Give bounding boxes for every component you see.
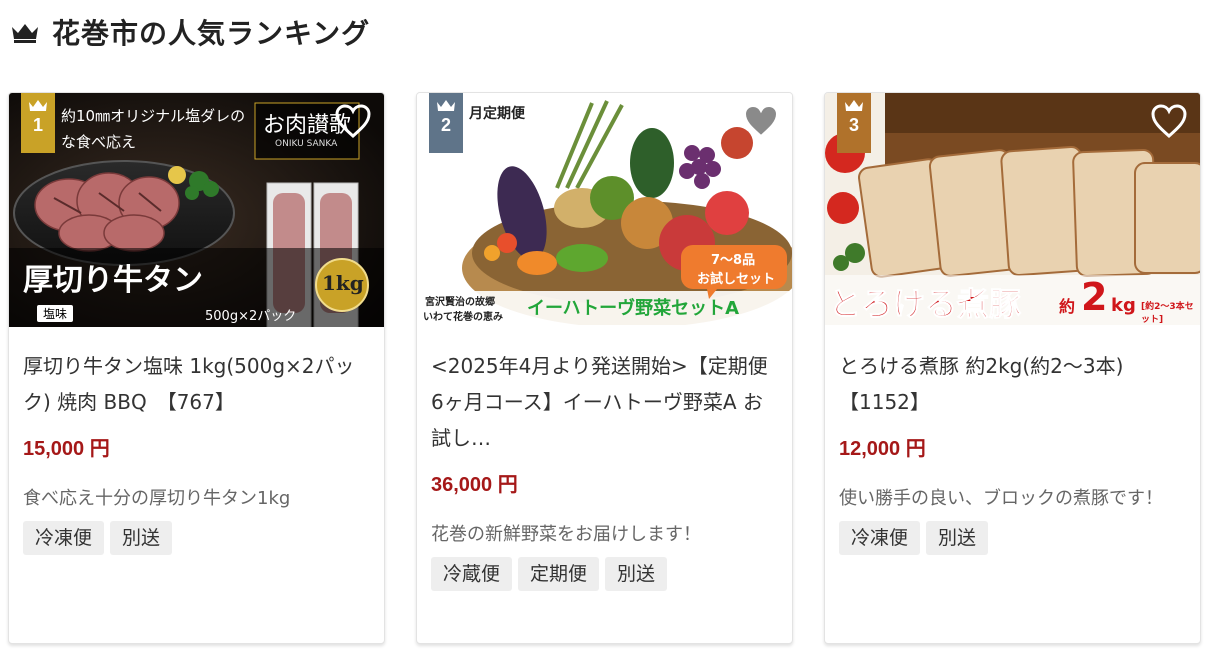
- flavor-label: 塩味: [37, 305, 74, 322]
- image-top-text: 約10㎜オリジナル塩ダレの: [61, 107, 246, 125]
- rank-badge: 1: [21, 93, 55, 153]
- pack-label: 500g×2パック: [205, 309, 297, 324]
- pieces-note: [約2～3本セット]: [1141, 302, 1194, 325]
- image-headline: とろける煮豚: [828, 285, 1022, 324]
- product-card-1[interactable]: 約10㎜オリジナル塩ダレの な食べ応え お肉讃歌 ONIKU SANKA 厚切り…: [8, 92, 385, 644]
- rank-number: 2: [440, 115, 451, 135]
- product-image-3[interactable]: とろける煮豚 約 2 kg [約2～3本セット]: [825, 93, 1200, 325]
- tag-list: 冷凍便 別送: [23, 521, 370, 555]
- card-body: <2025年4月より発送開始>【定期便6ヶ月コース】イーハトーヴ野菜A お試し……: [431, 348, 778, 591]
- weight-badge: 1kg: [322, 271, 364, 295]
- origin-line-2: いわて花巻の恵み: [423, 312, 503, 323]
- brand-sub: ONIKU SANKA: [275, 139, 338, 149]
- tag-frozen: 冷凍便: [839, 521, 921, 555]
- weight-number: 2: [1081, 275, 1108, 319]
- rank-number: 3: [848, 115, 859, 135]
- rank-number: 1: [32, 115, 43, 135]
- favorite-heart-icon[interactable]: [742, 103, 780, 139]
- image-headline: 厚切り牛タン: [23, 263, 203, 298]
- ranking-list: 約10㎜オリジナル塩ダレの な食べ応え お肉讃歌 ONIKU SANKA 厚切り…: [8, 92, 1203, 644]
- ranking-header: 花巻市の人気ランキング: [10, 10, 370, 54]
- card-body: 厚切り牛タン塩味 1kg(500g×2パック) 焼肉 BBQ 【767】 15,…: [23, 348, 370, 555]
- section-title: 花巻市の人気ランキング: [52, 17, 371, 50]
- crown-icon: [12, 24, 38, 43]
- product-title[interactable]: とろける煮豚 約2kg(約2～3本)【1152】: [839, 348, 1186, 420]
- tag-list: 冷凍便 別送: [839, 521, 1186, 555]
- product-card-3[interactable]: とろける煮豚 約 2 kg [約2～3本セット] 3 とろける煮豚 約2kg(約…: [824, 92, 1201, 644]
- tag-refrigerated: 冷蔵便: [431, 557, 513, 591]
- vegetable-basket-photo: [417, 93, 792, 325]
- product-title[interactable]: 厚切り牛タン塩味 1kg(500g×2パック) 焼肉 BBQ 【767】: [23, 348, 370, 420]
- image-top-text-2: な食べ応え: [61, 133, 137, 151]
- product-price: 12,000 円: [839, 438, 926, 460]
- product-description: 食べ応え十分の厚切り牛タン1kg: [23, 488, 291, 509]
- product-description: 使い勝手の良い、ブロックの煮豚です！: [839, 488, 1163, 509]
- crown-icon: [437, 100, 455, 111]
- crown-icon: [845, 100, 863, 111]
- crown-icon: [29, 100, 47, 111]
- tag-list: 冷蔵便 定期便 別送: [431, 557, 778, 591]
- bubble-line-1: 7～8品: [711, 253, 756, 268]
- favorite-heart-icon[interactable]: [1150, 103, 1188, 139]
- tag-separate: 別送: [110, 521, 173, 555]
- product-image-2[interactable]: 月定期便 7～8品 お試しセット 宮沢賢治の故郷 いわて花巻の恵み イーハトーヴ…: [417, 93, 792, 325]
- tag-frozen: 冷凍便: [23, 521, 105, 555]
- rank-badge: 3: [837, 93, 871, 153]
- rank-badge: 2: [429, 93, 463, 153]
- product-title[interactable]: <2025年4月より発送開始>【定期便6ヶ月コース】イーハトーヴ野菜A お試し…: [431, 348, 778, 456]
- tag-separate: 別送: [605, 557, 668, 591]
- favorite-heart-icon[interactable]: [334, 103, 372, 139]
- tag-separate: 別送: [926, 521, 989, 555]
- tag-subscription: 定期便: [518, 557, 600, 591]
- image-top-text: 月定期便: [469, 106, 525, 122]
- card-body: とろける煮豚 約2kg(約2～3本)【1152】 12,000 円 使い勝手の良…: [839, 348, 1186, 555]
- image-headline: イーハトーヴ野菜セットA: [527, 298, 740, 319]
- product-image-1[interactable]: 約10㎜オリジナル塩ダレの な食べ応え お肉讃歌 ONIKU SANKA 厚切り…: [9, 93, 384, 327]
- weight-unit: kg: [1111, 295, 1136, 316]
- product-price: 15,000 円: [23, 438, 110, 460]
- product-price: 36,000 円: [431, 474, 518, 496]
- product-description: 花巻の新鮮野菜をお届けします！: [431, 524, 701, 545]
- product-card-2[interactable]: 月定期便 7～8品 お試しセット 宮沢賢治の故郷 いわて花巻の恵み イーハトーヴ…: [416, 92, 793, 644]
- origin-line-1: 宮沢賢治の故郷: [425, 297, 495, 308]
- bubble-line-2: お試しセット: [697, 272, 776, 287]
- approx-label: 約: [1059, 297, 1076, 316]
